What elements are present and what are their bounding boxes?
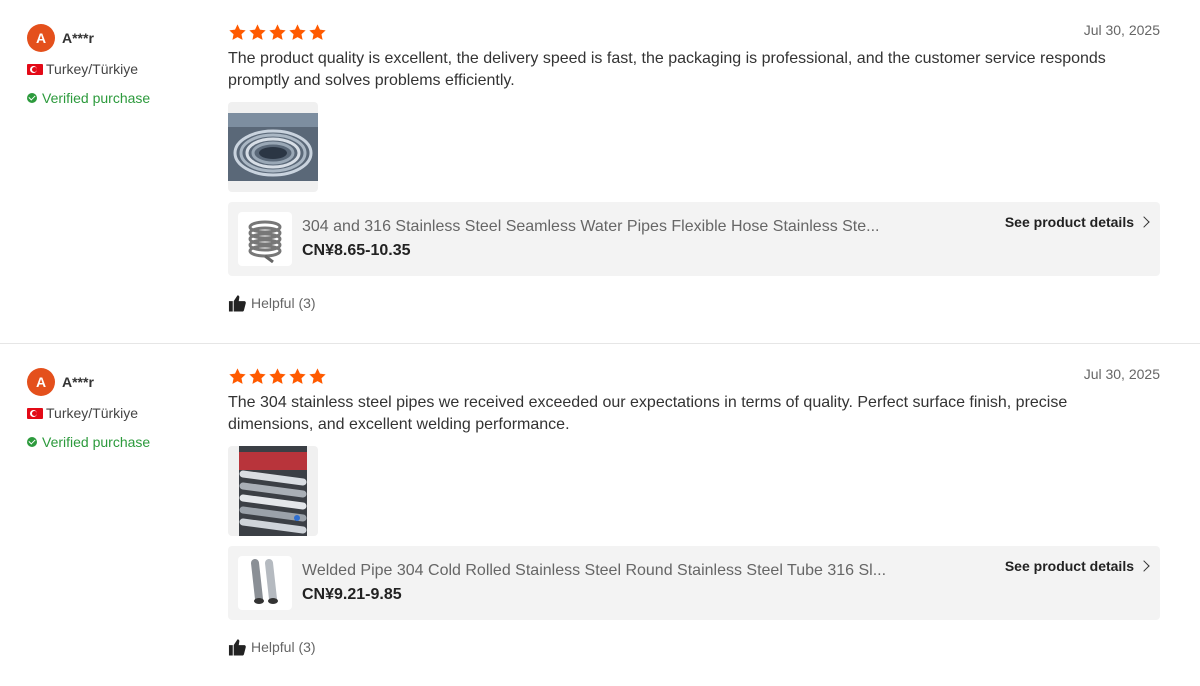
chevron-right-icon — [1138, 216, 1150, 228]
avatar: A — [27, 24, 55, 52]
steel-tubes-photo — [239, 446, 307, 536]
see-product-details-label: See product details — [1004, 214, 1134, 230]
review-card: A A***r Turkey/Türkiye Verified purchase… — [0, 343, 1200, 686]
star-icon — [248, 23, 267, 42]
star-icon — [228, 23, 247, 42]
see-product-details-link[interactable]: See product details — [1004, 558, 1150, 574]
product-card[interactable]: 304 and 316 Stainless Steel Seamless Wat… — [228, 202, 1160, 276]
reviewer-name: A***r — [62, 30, 94, 46]
avatar: A — [27, 368, 55, 396]
thumbs-up-icon — [228, 638, 251, 656]
product-thumbnail[interactable] — [238, 212, 292, 266]
helpful-label: Helpful (3) — [251, 295, 316, 311]
helpful-label: Helpful (3) — [251, 639, 316, 655]
product-title[interactable]: Welded Pipe 304 Cold Rolled Stainless St… — [302, 562, 962, 580]
verified-purchase-label: Verified purchase — [42, 90, 151, 106]
verified-check-icon — [27, 437, 37, 447]
see-product-details-link[interactable]: See product details — [1004, 214, 1150, 230]
review-date: Jul 30, 2025 — [1083, 22, 1160, 38]
star-rating — [228, 366, 1160, 386]
review-photo[interactable] — [228, 102, 318, 192]
reviewer-country: Turkey/Türkiye — [46, 405, 139, 421]
review-text: The 304 stainless steel pipes we receive… — [228, 394, 1068, 433]
reviewer-country: Turkey/Türkiye — [46, 61, 139, 77]
star-icon — [248, 367, 267, 386]
review-date: Jul 30, 2025 — [1083, 366, 1160, 382]
product-title[interactable]: 304 and 316 Stainless Steel Seamless Wat… — [302, 218, 962, 236]
review-photo[interactable] — [228, 446, 318, 536]
review-card: A A***r Turkey/Türkiye Verified purchase… — [0, 0, 1200, 343]
star-icon — [268, 367, 287, 386]
star-icon — [308, 367, 327, 386]
product-price: CN¥9.21-9.85 — [302, 586, 402, 603]
helpful-button[interactable]: Helpful (3) — [228, 638, 1160, 656]
product-thumbnail[interactable] — [238, 556, 292, 610]
chevron-right-icon — [1138, 560, 1150, 572]
reviewer-info: A A***r Turkey/Türkiye Verified purchase — [27, 368, 217, 450]
thumbs-up-icon — [228, 294, 251, 312]
star-icon — [308, 23, 327, 42]
star-icon — [288, 23, 307, 42]
verified-check-icon — [27, 93, 37, 103]
see-product-details-label: See product details — [1004, 558, 1134, 574]
reviewer-info: A A***r Turkey/Türkiye Verified purchase — [27, 24, 217, 106]
product-price: CN¥8.65-10.35 — [302, 242, 411, 259]
reviewer-name: A***r — [62, 374, 94, 390]
verified-purchase-label: Verified purchase — [42, 434, 151, 450]
turkey-flag-icon — [27, 407, 43, 419]
helpful-button[interactable]: Helpful (3) — [228, 294, 1160, 312]
star-icon — [268, 23, 287, 42]
coiled-hose-thumbnail — [248, 220, 282, 263]
coiled-steel-pipe-photo — [228, 113, 318, 181]
product-card[interactable]: Welded Pipe 304 Cold Rolled Stainless St… — [228, 546, 1160, 620]
review-text: The product quality is excellent, the de… — [228, 50, 1106, 89]
star-icon — [288, 367, 307, 386]
star-rating — [228, 22, 1160, 42]
turkey-flag-icon — [27, 63, 43, 75]
star-icon — [228, 367, 247, 386]
steel-tubes-thumbnail — [251, 559, 278, 604]
